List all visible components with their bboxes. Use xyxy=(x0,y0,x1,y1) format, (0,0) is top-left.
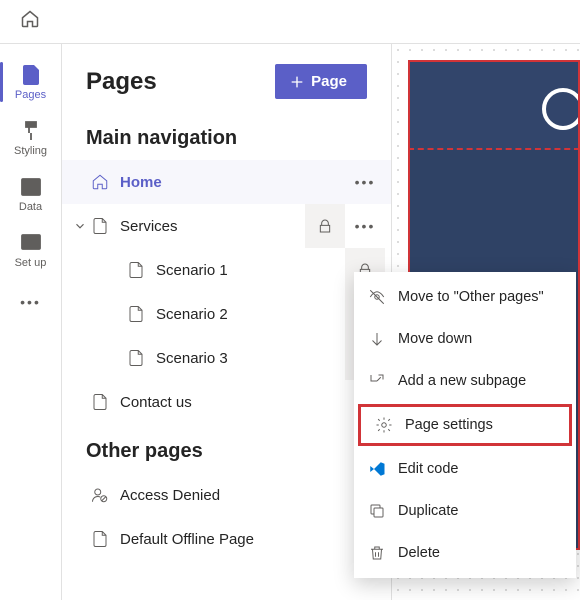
menu-label: Page settings xyxy=(405,417,493,433)
tree-label: Services xyxy=(120,218,305,235)
lock-icon xyxy=(305,204,345,248)
menu-label: Move to "Other pages" xyxy=(398,289,544,305)
section-main-nav: Main navigation xyxy=(62,111,391,160)
add-page-button[interactable]: Page xyxy=(275,64,367,99)
rail-more[interactable]: ••• xyxy=(0,282,62,322)
menu-label: Move down xyxy=(398,331,472,347)
page-icon xyxy=(90,392,110,412)
tree-item-services[interactable]: Services ••• xyxy=(62,204,391,248)
rail-label: Styling xyxy=(14,145,47,157)
home-icon xyxy=(90,172,110,192)
tree-item-contact[interactable]: Contact us xyxy=(62,380,391,424)
rail-styling[interactable]: Styling xyxy=(0,110,62,166)
rail-label: Pages xyxy=(15,89,46,101)
menu-label: Edit code xyxy=(398,461,458,477)
menu-edit-code[interactable]: Edit code xyxy=(354,448,576,490)
more-icon[interactable]: ••• xyxy=(345,160,385,204)
tree-item-scenario1[interactable]: Scenario 1 xyxy=(62,248,391,292)
preview-header xyxy=(408,60,580,150)
menu-add-subpage[interactable]: Add a new subpage xyxy=(354,360,576,402)
tree-label: Scenario 1 xyxy=(156,262,345,279)
tree-item-scenario3[interactable]: Scenario 3 xyxy=(62,336,391,380)
home-icon[interactable] xyxy=(20,9,40,34)
panel-title: Pages xyxy=(86,68,157,96)
menu-label: Delete xyxy=(398,545,440,561)
left-rail: Pages Styling Data Set up ••• xyxy=(0,44,62,600)
tree-label: Contact us xyxy=(120,394,385,411)
menu-duplicate[interactable]: Duplicate xyxy=(354,490,576,532)
person-denied-icon xyxy=(90,485,110,505)
context-menu: Move to "Other pages" Move down Add a ne… xyxy=(354,272,576,578)
page-icon xyxy=(126,348,146,368)
page-tree: Home ••• Services ••• Scenario 1 Scenari… xyxy=(62,160,391,424)
tree-item-offline[interactable]: Default Offline Page xyxy=(62,517,391,561)
tree-label: Default Offline Page xyxy=(120,531,385,548)
add-page-label: Page xyxy=(311,73,347,90)
tree-label: Scenario 2 xyxy=(156,306,345,323)
tree-item-access-denied[interactable]: Access Denied xyxy=(62,473,391,517)
page-icon xyxy=(90,216,110,236)
rail-pages[interactable]: Pages xyxy=(0,54,62,110)
rail-label: Data xyxy=(19,201,42,213)
menu-move-down[interactable]: Move down xyxy=(354,318,576,360)
more-icon[interactable]: ••• xyxy=(345,204,385,248)
menu-page-settings[interactable]: Page settings xyxy=(358,404,572,446)
tree-item-scenario2[interactable]: Scenario 2 xyxy=(62,292,391,336)
menu-move-other[interactable]: Move to "Other pages" xyxy=(354,276,576,318)
tree-label: Access Denied xyxy=(120,487,385,504)
menu-label: Duplicate xyxy=(398,503,458,519)
menu-label: Add a new subpage xyxy=(398,373,526,389)
page-icon xyxy=(90,529,110,549)
rail-data[interactable]: Data xyxy=(0,166,62,222)
tree-label: Scenario 3 xyxy=(156,350,345,367)
tree-item-home[interactable]: Home ••• xyxy=(62,160,391,204)
rail-setup[interactable]: Set up xyxy=(0,222,62,278)
page-icon xyxy=(126,260,146,280)
page-icon xyxy=(126,304,146,324)
pages-panel: Pages Page Main navigation Home ••• Serv… xyxy=(62,44,392,600)
top-bar xyxy=(0,0,580,44)
rail-label: Set up xyxy=(15,257,47,269)
section-other-pages: Other pages xyxy=(62,424,391,473)
tree-label: Home xyxy=(120,174,345,191)
chevron-down-icon[interactable] xyxy=(70,219,90,233)
menu-delete[interactable]: Delete xyxy=(354,532,576,574)
